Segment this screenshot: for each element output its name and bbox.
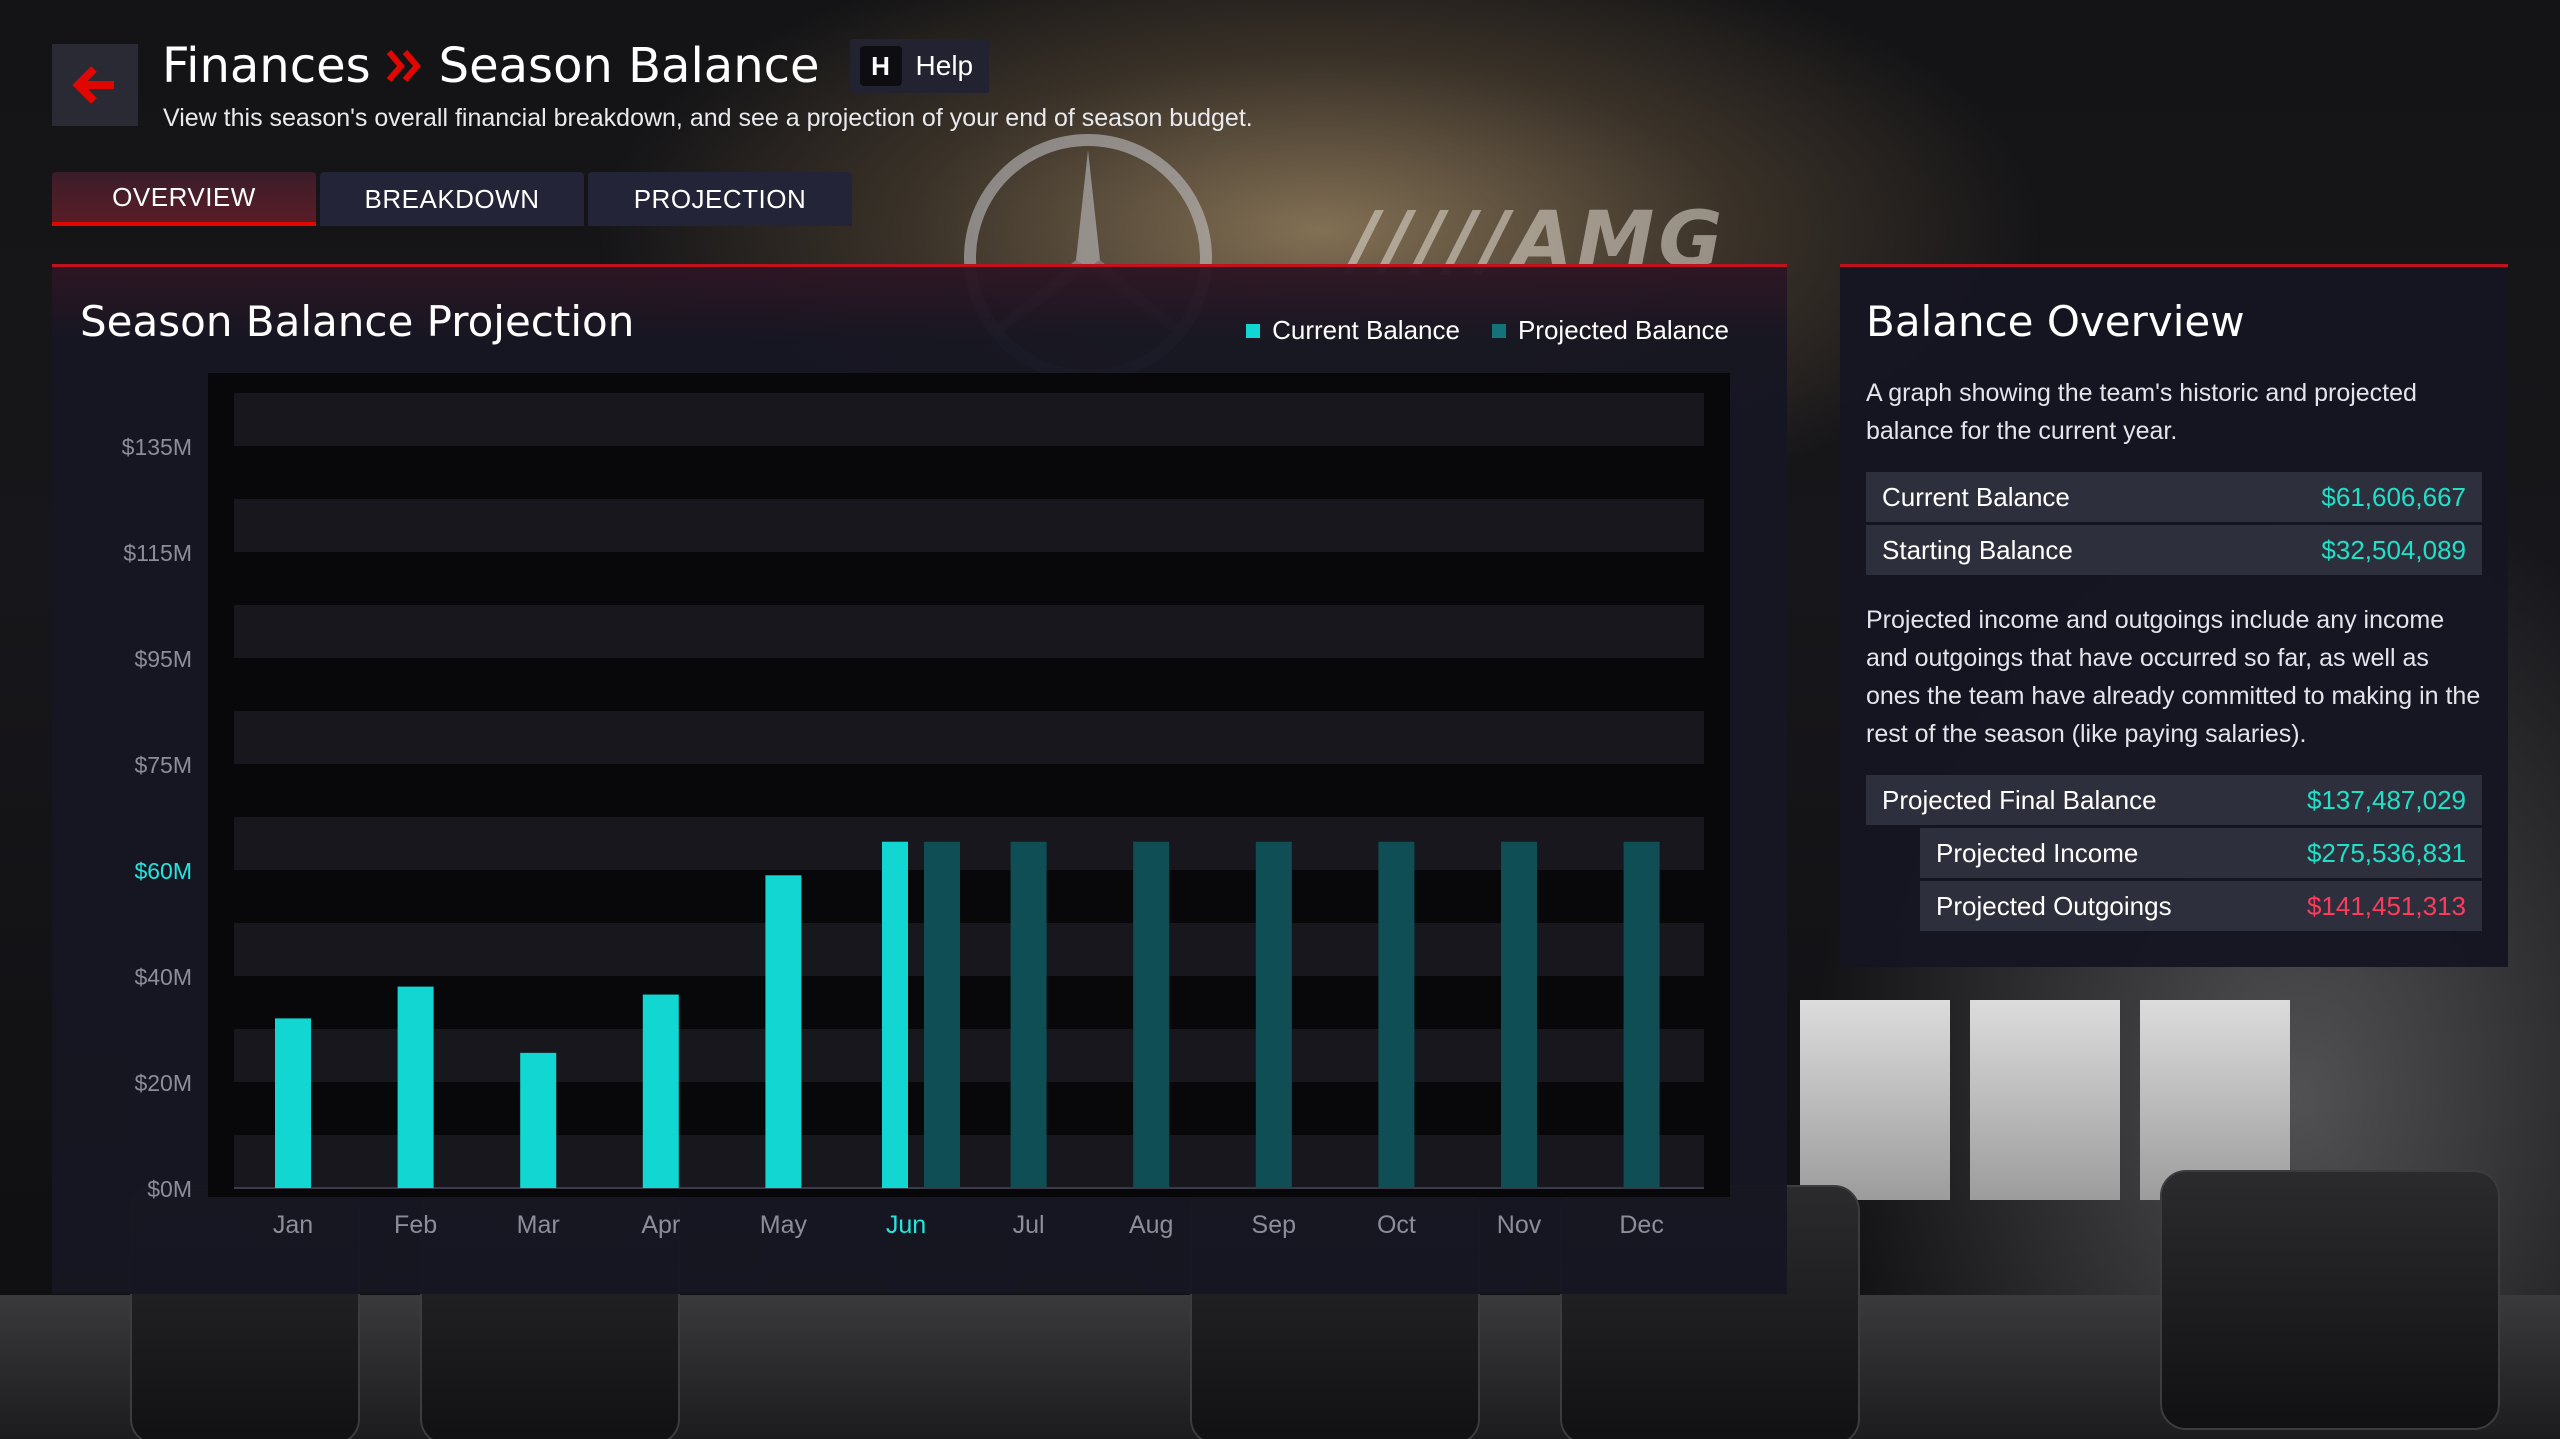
bar-projected-jun <box>924 841 960 1188</box>
y-tick-label: $75M <box>134 752 192 778</box>
help-button[interactable]: H Help <box>849 39 990 93</box>
bar-projected-sep <box>1255 841 1292 1188</box>
tab-bar: OVERVIEW BREAKDOWN PROJECTION <box>52 172 856 226</box>
grid-band <box>234 711 1704 764</box>
starting-balance-row: Starting Balance $32,504,089 <box>1866 525 2482 575</box>
x-tick-label: Mar <box>517 1211 560 1239</box>
projected-outgoings-row: Projected Outgoings $141,451,313 <box>1920 881 2482 931</box>
balance-overview-panel: Balance Overview A graph showing the tea… <box>1840 264 2508 967</box>
bar-current-apr <box>642 994 679 1188</box>
help-label: Help <box>915 50 974 81</box>
projected-outgoings-label: Projected Outgoings <box>1936 890 2172 921</box>
overview-title: Balance Overview <box>1866 297 2245 346</box>
x-tick-label: Dec <box>1619 1211 1663 1239</box>
bar-projected-dec <box>1623 841 1660 1188</box>
background-window <box>1970 1000 2120 1200</box>
bar-current-mar <box>520 1052 557 1188</box>
x-tick-label: Aug <box>1129 1211 1173 1239</box>
projected-final-balance-row: Projected Final Balance $137,487,029 <box>1866 775 2482 825</box>
background-window <box>1800 1000 1950 1200</box>
grid-band <box>234 817 1704 870</box>
double-chevron-right-icon <box>386 50 421 82</box>
bar-projected-aug <box>1133 841 1170 1188</box>
bar-current-may <box>765 875 802 1188</box>
background-seat <box>2160 1170 2500 1430</box>
projected-final-label: Projected Final Balance <box>1882 784 2157 815</box>
projected-outgoings-value: $141,451,313 <box>2306 890 2466 921</box>
y-tick-label: $60M <box>134 858 192 884</box>
back-button[interactable] <box>52 44 138 126</box>
bar-projected-jul <box>1010 841 1047 1188</box>
bar-chart: $0M $20M $40M $60M $75M $95M $115M $135M Jan Feb M… <box>122 393 1704 1239</box>
x-tick-label: May <box>760 1211 808 1239</box>
bar-current-feb <box>397 986 434 1188</box>
x-tick-label: Sep <box>1252 1211 1296 1239</box>
x-tick-label: Jun <box>886 1211 926 1239</box>
starting-balance-value: $32,504,089 <box>2321 534 2466 565</box>
y-tick-label: $0M <box>147 1176 192 1202</box>
y-tick-label: $135M <box>122 434 192 460</box>
grid-band <box>234 1029 1704 1082</box>
bar-projected-nov <box>1501 841 1537 1188</box>
tab-projection[interactable]: PROJECTION <box>588 172 852 226</box>
overview-description: A graph showing the team's historic and … <box>1866 379 2417 445</box>
x-tick-label: Apr <box>641 1211 680 1239</box>
current-balance-row: Current Balance $61,606,667 <box>1866 472 2482 522</box>
tab-breakdown[interactable]: BREAKDOWN <box>320 172 584 226</box>
tab-overview[interactable]: OVERVIEW <box>52 172 316 226</box>
x-tick-label: Nov <box>1497 1211 1542 1239</box>
breadcrumb-finances[interactable]: Finances <box>162 38 371 94</box>
y-tick-label: $95M <box>134 646 192 672</box>
arrow-left-icon <box>72 66 114 104</box>
grid-band <box>234 1135 1704 1188</box>
projected-income-label: Projected Income <box>1936 837 2139 868</box>
breadcrumb: Finances Season Balance H Help <box>162 38 990 94</box>
chart-panel: Season Balance Projection Current Balanc… <box>52 264 1787 1294</box>
page-title: Season Balance <box>438 38 820 94</box>
projected-income-value: $275,536,831 <box>2306 837 2466 868</box>
projected-income-row: Projected Income $275,536,831 <box>1920 828 2482 878</box>
y-tick-label: $40M <box>134 964 192 990</box>
x-tick-label: Feb <box>394 1211 437 1239</box>
current-balance-value: $61,606,667 <box>2321 481 2466 512</box>
x-tick-label: Oct <box>1377 1211 1416 1239</box>
bar-current-jun <box>882 841 908 1188</box>
grid-band <box>234 499 1704 552</box>
bar-projected-oct <box>1378 841 1415 1188</box>
grid-band <box>234 605 1704 658</box>
starting-balance-label: Starting Balance <box>1882 534 2073 565</box>
projected-final-value: $137,487,029 <box>2306 784 2466 815</box>
page-subtitle: View this season's overall financial bre… <box>163 104 1253 132</box>
grid-band <box>234 393 1704 446</box>
current-balance-label: Current Balance <box>1882 481 2070 512</box>
bar-current-jan <box>275 1018 311 1188</box>
help-key-badge: H <box>859 46 902 86</box>
x-tick-label: Jul <box>1013 1211 1045 1239</box>
grid-band <box>234 923 1704 976</box>
projection-note: Projected income and outgoings include a… <box>1866 606 2481 748</box>
x-tick-label: Jan <box>273 1211 313 1239</box>
y-tick-label: $20M <box>134 1070 192 1096</box>
y-tick-label: $115M <box>123 540 192 566</box>
